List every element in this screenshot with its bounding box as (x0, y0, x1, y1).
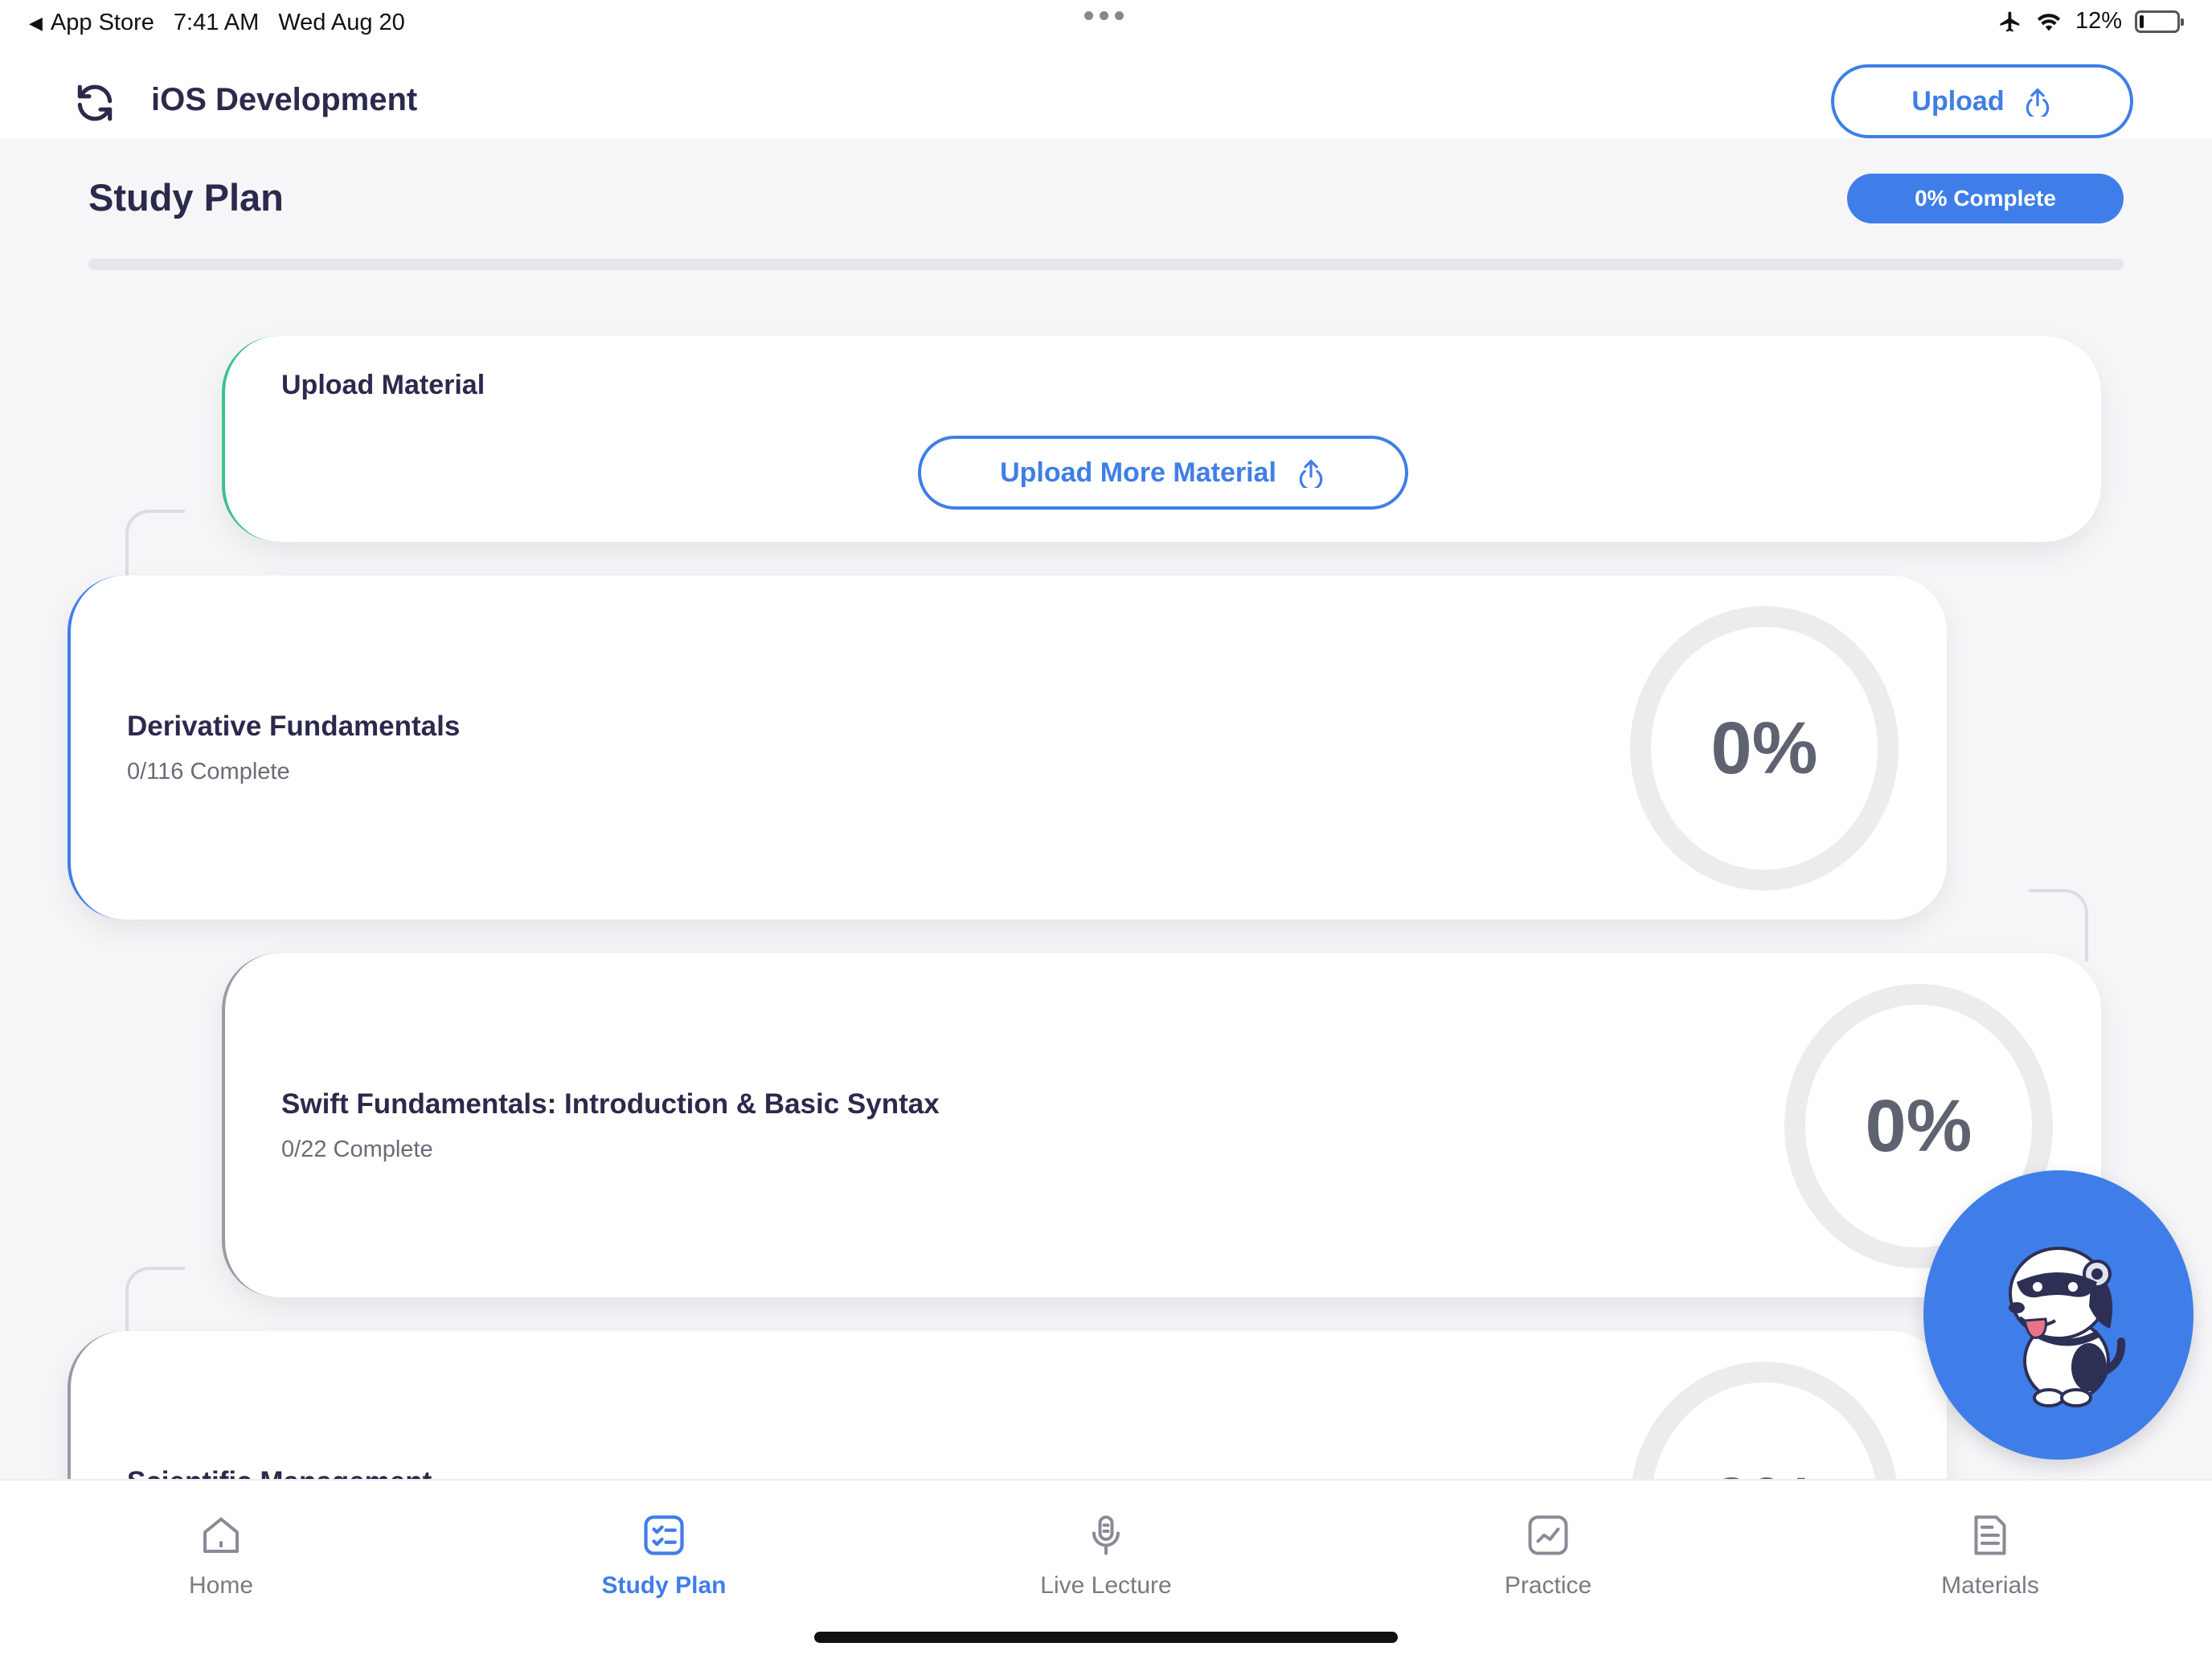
status-time: 7:41 AM (173, 10, 260, 35)
topic-card[interactable]: Derivative Fundamentals 0/116 Complete 0… (68, 576, 1947, 920)
tab-home-label: Home (188, 1572, 254, 1599)
path-connector (125, 1267, 185, 1339)
chart-icon (1528, 1515, 1568, 1555)
battery-icon (2135, 10, 2184, 33)
upload-material-card: Upload Material Upload More Material (222, 336, 2101, 542)
airplane-icon (2000, 11, 2020, 31)
path-connector (2029, 889, 2088, 961)
topic-card[interactable]: Scientific Management 0% (68, 1331, 1947, 1479)
multitasking-dots-icon[interactable] (1084, 11, 1124, 20)
topic-percent: 0% (1710, 707, 1818, 789)
topic-title: Scientific Management (127, 1466, 432, 1479)
status-bar-right: 12% (1998, 8, 2184, 35)
mascot-assistant-button[interactable] (1923, 1170, 2194, 1460)
upload-material-title: Upload Material (281, 370, 485, 400)
course-title: iOS Development (151, 82, 418, 117)
status-date: Wed Aug 20 (278, 10, 405, 35)
home-indicator[interactable] (814, 1632, 1398, 1643)
upload-button-label: Upload (1911, 85, 2005, 117)
back-to-app-label[interactable]: App Store (51, 10, 154, 36)
study-plan-content[interactable]: Study Plan 0% Complete Upload Material U… (0, 138, 2212, 1479)
home-icon (203, 1518, 239, 1553)
upload-icon (2026, 88, 2049, 117)
topic-progress-ring: 0% (1630, 606, 1899, 891)
topic-title: Swift Fundamentals: Introduction & Basic… (281, 1088, 940, 1120)
upload-more-material-label: Upload More Material (1000, 457, 1276, 488)
tab-study-plan[interactable]: Study Plan (443, 1481, 885, 1625)
document-icon (1974, 1515, 2006, 1555)
tab-home[interactable]: Home (0, 1481, 442, 1625)
checklist-icon (644, 1515, 684, 1555)
refresh-icon[interactable] (72, 80, 117, 125)
tab-practice-label: Practice (1504, 1572, 1592, 1599)
topic-card[interactable]: Swift Fundamentals: Introduction & Basic… (222, 953, 2101, 1297)
app-root: ◀ App Store 7:41 AM Wed Aug 20 12% iOS D… (0, 0, 2212, 1659)
topic-progress-text: 0/116 Complete (127, 759, 290, 784)
tab-live-lecture[interactable]: Live Lecture (885, 1481, 1327, 1625)
battery-percent: 12% (2075, 8, 2122, 34)
upload-button[interactable]: Upload (1831, 64, 2133, 138)
wifi-icon (2037, 13, 2061, 31)
topic-percent: 0% (1865, 1084, 1972, 1167)
status-bar: ◀ App Store 7:41 AM Wed Aug 20 12% (0, 0, 2212, 48)
topic-progress-text: 0/22 Complete (281, 1137, 433, 1162)
topic-title: Derivative Fundamentals (127, 711, 461, 742)
study-plan-progress-bar (88, 259, 2124, 270)
completion-badge: 0% Complete (1847, 174, 2124, 223)
back-arrow-icon[interactable]: ◀ (29, 13, 43, 34)
topic-percent: 0% (1711, 1462, 1818, 1480)
path-connector (125, 510, 185, 582)
tab-study-plan-label: Study Plan (601, 1572, 727, 1599)
upload-icon (1299, 459, 1323, 488)
status-bar-left: ◀ App Store 7:41 AM Wed Aug 20 (29, 10, 405, 36)
upload-more-material-button[interactable]: Upload More Material (918, 436, 1408, 510)
dog-mascot-icon (2009, 1247, 2126, 1407)
page-title: Study Plan (88, 176, 284, 219)
topic-progress-ring: 0% (1630, 1362, 1899, 1479)
tab-materials-label: Materials (1941, 1572, 2039, 1599)
tab-live-lecture-label: Live Lecture (1040, 1572, 1172, 1599)
tab-practice[interactable]: Practice (1327, 1481, 1769, 1625)
app-header: iOS Development Upload (0, 48, 2212, 138)
tab-materials[interactable]: Materials (1769, 1481, 2211, 1625)
microphone-icon (1092, 1515, 1120, 1555)
